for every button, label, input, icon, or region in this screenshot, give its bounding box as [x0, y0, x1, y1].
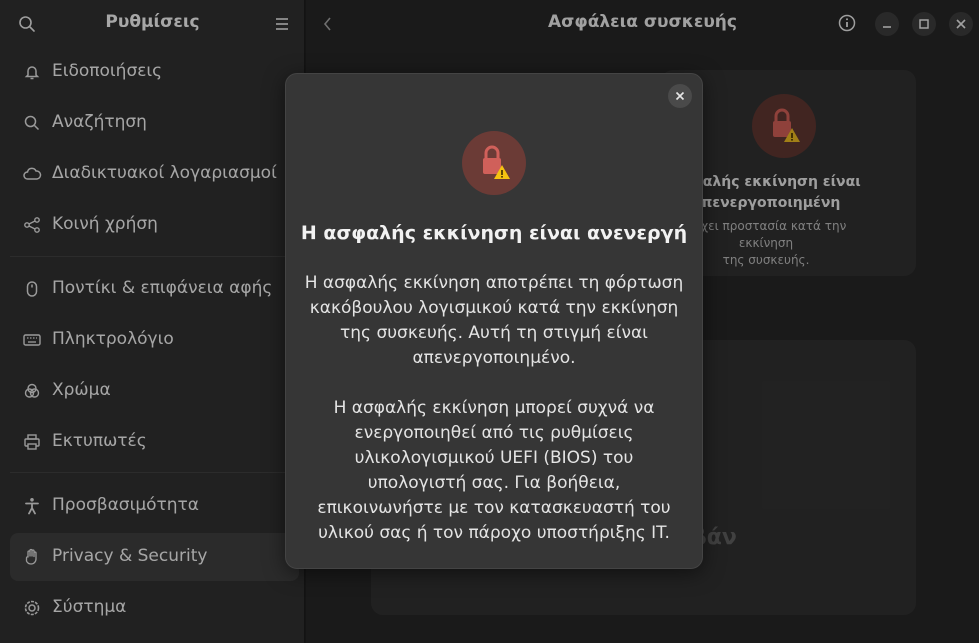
- dialog-title: Η ασφαλής εκκίνηση είναι ανενεργή: [300, 222, 688, 244]
- lock-warning-icon: [462, 131, 526, 195]
- dialog-paragraph: Η ασφαλής εκκίνηση αποτρέπει τη φόρτωση …: [304, 273, 684, 368]
- secure-boot-dialog: Η ασφαλής εκκίνηση είναι ανενεργή Η ασφα…: [285, 73, 703, 569]
- close-icon: [675, 91, 685, 101]
- dialog-close-button[interactable]: [668, 84, 692, 108]
- dialog-paragraph: Η ασφαλής εκκίνηση μπορεί συχνά να ενεργ…: [317, 398, 671, 543]
- dialog-body: Η ασφαλής εκκίνηση αποτρέπει τη φόρτωση …: [304, 271, 684, 546]
